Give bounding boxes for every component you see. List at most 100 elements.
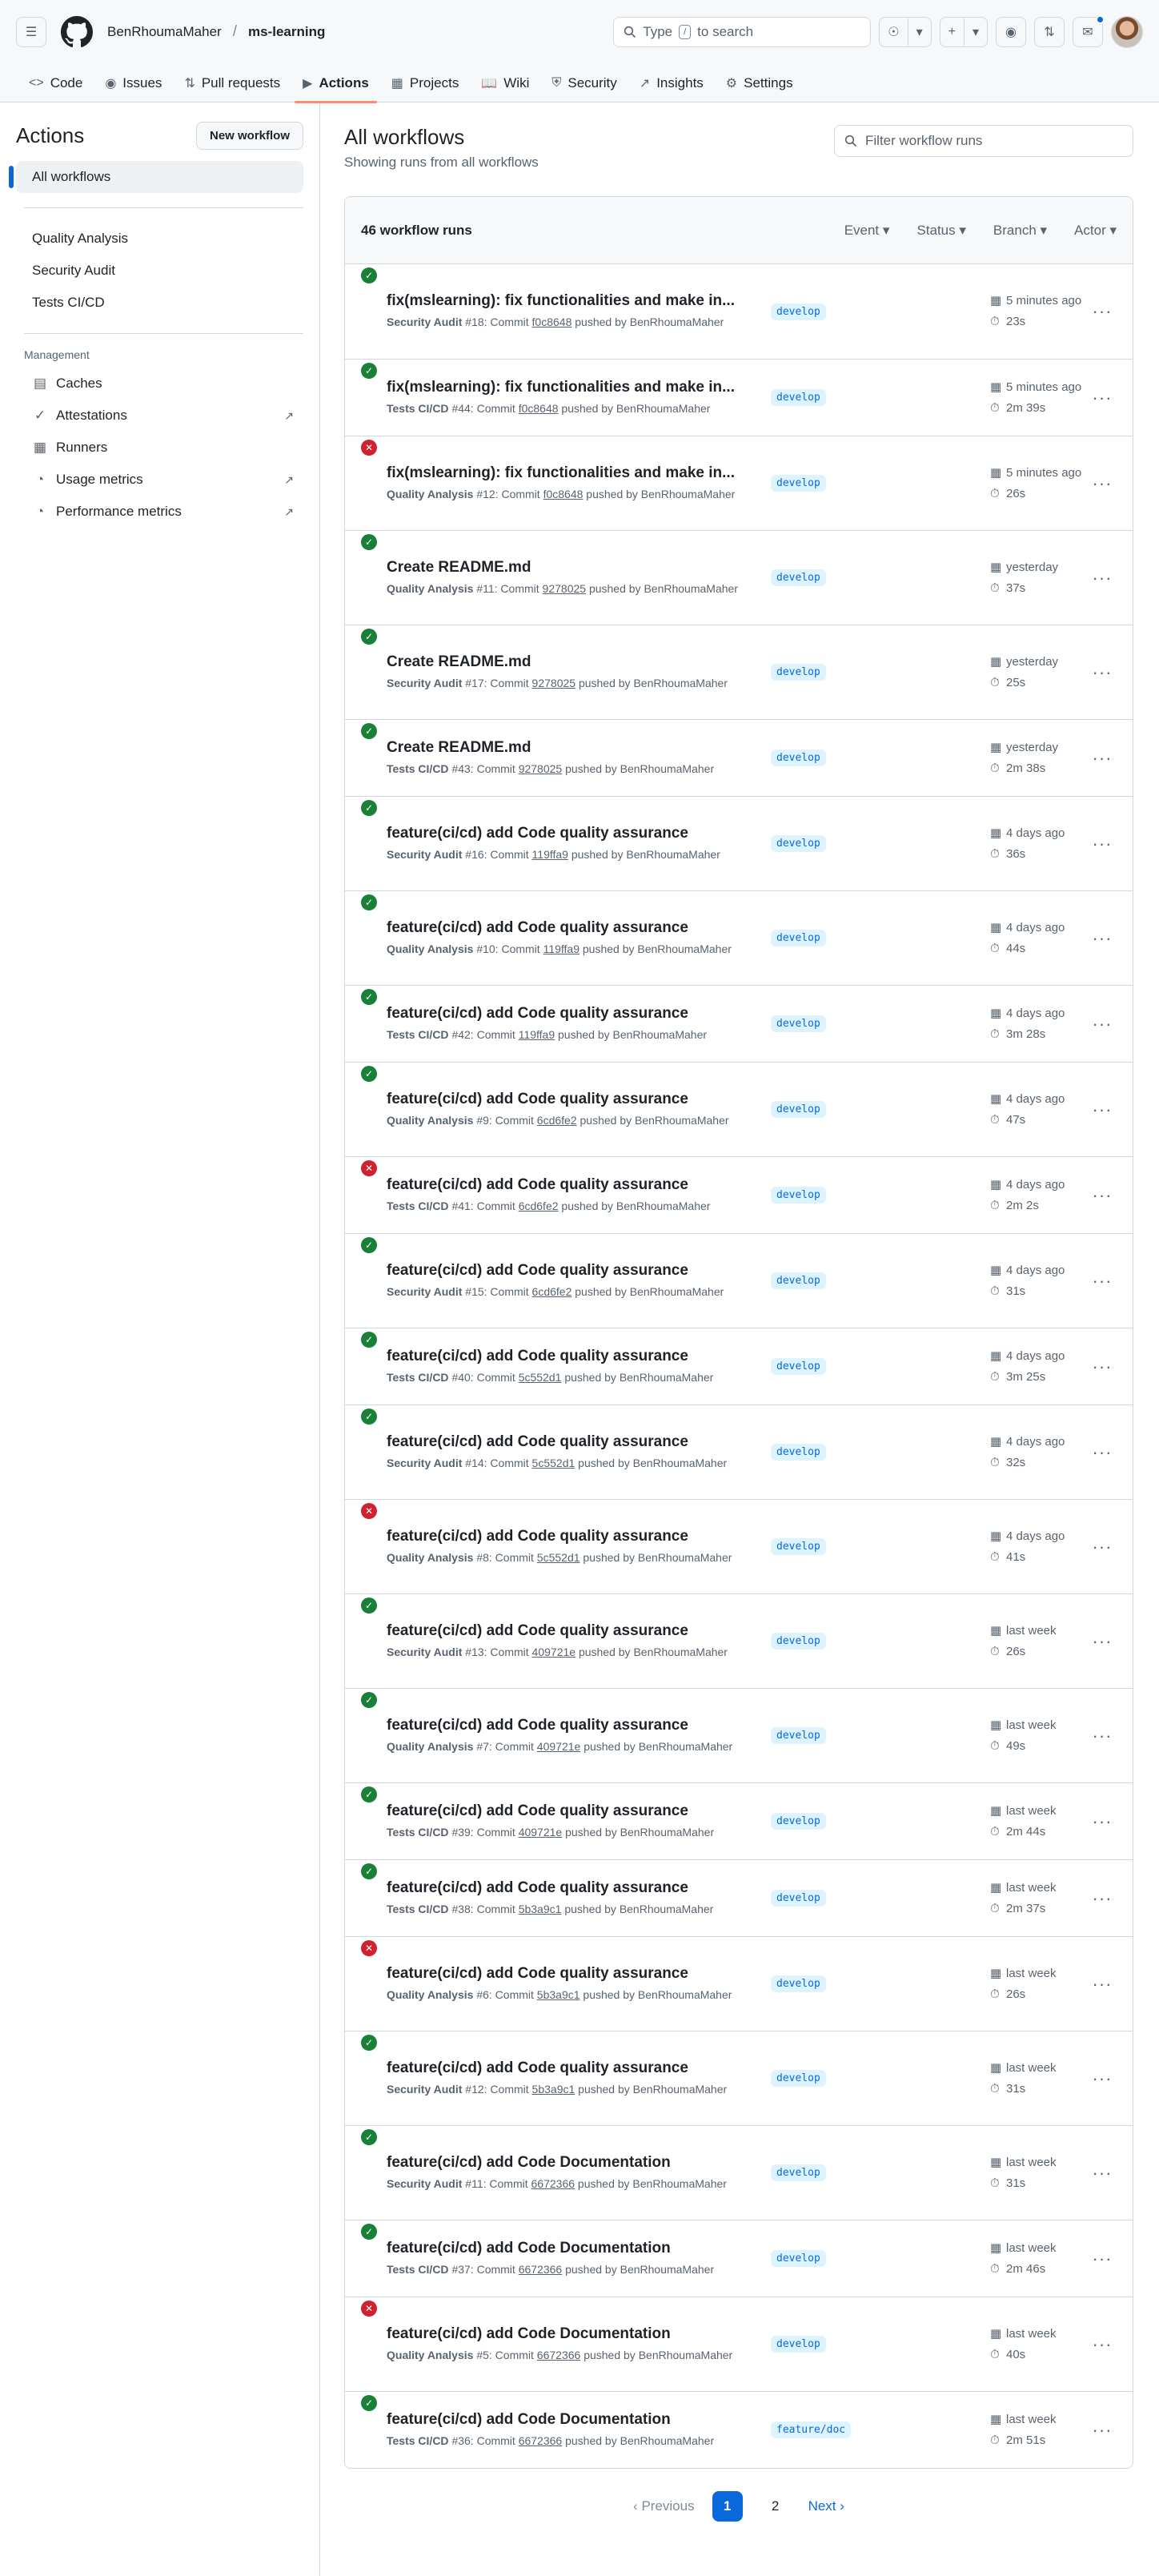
kebab-menu-icon[interactable]: ···: [1088, 388, 1117, 408]
workflow-run-row[interactable]: ✓ Create README.md Tests CI/CD #43: Commit…: [345, 719, 1133, 796]
branch-badge[interactable]: develop: [771, 303, 826, 320]
kebab-menu-icon[interactable]: ···: [1088, 473, 1117, 494]
run-actor[interactable]: BenRhoumaMaher: [632, 2177, 727, 2190]
create-new-button[interactable]: + ▾: [939, 17, 988, 47]
kebab-menu-icon[interactable]: ···: [1088, 2248, 1117, 2269]
workflow-run-row[interactable]: ✓ feature(ci/cd) add Code quality assuran…: [345, 985, 1133, 1062]
global-search[interactable]: Type / to search: [613, 17, 872, 47]
branch-badge[interactable]: develop: [771, 1272, 826, 1289]
run-title-link[interactable]: fix(mslearning): fix functionalities and…: [387, 379, 758, 396]
run-actor[interactable]: BenRhoumaMaher: [616, 1200, 711, 1212]
run-actor[interactable]: BenRhoumaMaher: [638, 1551, 732, 1564]
branch-badge[interactable]: develop: [771, 1187, 826, 1204]
branch-badge[interactable]: develop: [771, 1015, 826, 1032]
repo-owner-link[interactable]: BenRhoumaMaher: [107, 24, 222, 40]
kebab-menu-icon[interactable]: ···: [1088, 2334, 1117, 2355]
workflow-run-row[interactable]: ✕ feature(ci/cd) add Code quality assuran…: [345, 1936, 1133, 2031]
workflow-run-row[interactable]: ✕ feature(ci/cd) add Code Documentation Qu…: [345, 2297, 1133, 2391]
workflow-run-row[interactable]: ✓ feature(ci/cd) add Code quality assuran…: [345, 1593, 1133, 1688]
tab-security[interactable]: ⛨ Security: [543, 75, 624, 102]
kebab-menu-icon[interactable]: ···: [1088, 1185, 1117, 1206]
branch-badge[interactable]: develop: [771, 930, 826, 946]
workflow-run-row[interactable]: ✕ feature(ci/cd) add Code quality assuran…: [345, 1499, 1133, 1593]
branch-badge[interactable]: develop: [771, 1727, 826, 1744]
page-2-button[interactable]: 2: [760, 2491, 791, 2522]
kebab-menu-icon[interactable]: ···: [1088, 568, 1117, 589]
commit-sha-link[interactable]: 6cd6fe2: [537, 1114, 577, 1127]
branch-badge[interactable]: develop: [771, 2250, 826, 2267]
commit-sha-link[interactable]: 9278025: [543, 582, 587, 595]
branch-badge[interactable]: develop: [771, 1358, 826, 1375]
branch-badge[interactable]: develop: [771, 1975, 826, 1992]
workflow-run-row[interactable]: ✓ feature(ci/cd) add Code Documentation Te…: [345, 2391, 1133, 2468]
run-actor[interactable]: BenRhoumaMaher: [620, 2434, 715, 2447]
run-actor[interactable]: BenRhoumaMaher: [616, 402, 711, 415]
tab-pull-requests[interactable]: ⇅ Pull requests: [176, 75, 288, 102]
branch-badge[interactable]: develop: [771, 1890, 826, 1907]
branch-badge[interactable]: develop: [771, 569, 826, 586]
run-title-link[interactable]: feature(ci/cd) add Code quality assuranc…: [387, 1717, 758, 1734]
commit-sha-link[interactable]: 5c552d1: [537, 1551, 580, 1564]
kebab-menu-icon[interactable]: ···: [1088, 1099, 1117, 1120]
commit-sha-link[interactable]: 119ffa9: [519, 1028, 555, 1041]
commit-sha-link[interactable]: 119ffa9: [532, 848, 568, 861]
branch-badge[interactable]: develop: [771, 1633, 826, 1650]
new-workflow-button[interactable]: New workflow: [195, 122, 303, 150]
commit-sha-link[interactable]: f0c8648: [519, 402, 559, 415]
commit-sha-link[interactable]: 9278025: [519, 762, 563, 775]
run-actor[interactable]: BenRhoumaMaher: [641, 488, 736, 500]
kebab-menu-icon[interactable]: ···: [1088, 748, 1117, 769]
kebab-menu-icon[interactable]: ···: [1088, 301, 1117, 322]
sidebar-item-security-audit[interactable]: Security Audit: [16, 255, 303, 287]
workflow-run-row[interactable]: ✓ fix(mslearning): fix functionalities an…: [345, 359, 1133, 436]
commit-sha-link[interactable]: 409721e: [537, 1740, 581, 1753]
workflow-run-row[interactable]: ✓ feature(ci/cd) add Code quality assuran…: [345, 890, 1133, 985]
kebab-menu-icon[interactable]: ···: [1088, 2068, 1117, 2089]
branch-badge[interactable]: develop: [771, 749, 826, 766]
run-title-link[interactable]: feature(ci/cd) add Code Documentation: [387, 2411, 758, 2429]
run-title-link[interactable]: feature(ci/cd) add Code quality assuranc…: [387, 2060, 758, 2077]
branch-badge[interactable]: develop: [771, 1101, 826, 1118]
run-title-link[interactable]: Create README.md: [387, 559, 758, 577]
kebab-menu-icon[interactable]: ···: [1088, 1014, 1117, 1035]
menu-icon[interactable]: ☰: [16, 17, 46, 47]
run-actor[interactable]: BenRhoumaMaher: [637, 942, 732, 955]
inbox-icon[interactable]: ✉: [1073, 15, 1105, 47]
run-title-link[interactable]: feature(ci/cd) add Code Documentation: [387, 2240, 758, 2257]
run-actor[interactable]: BenRhoumaMaher: [630, 315, 724, 328]
branch-badge[interactable]: develop: [771, 1538, 826, 1555]
run-actor[interactable]: BenRhoumaMaher: [635, 1114, 729, 1127]
run-actor[interactable]: BenRhoumaMaher: [620, 1371, 714, 1384]
sidebar-item-quality-analysis[interactable]: Quality Analysis: [16, 223, 303, 255]
run-actor[interactable]: BenRhoumaMaher: [638, 1988, 732, 2001]
sidebar-item-performance-metrics[interactable]: ◔ Performance metrics ↗: [16, 496, 303, 528]
workflow-run-row[interactable]: ✓ feature(ci/cd) add Code quality assuran…: [345, 2031, 1133, 2125]
branch-badge[interactable]: develop: [771, 835, 826, 852]
sidebar-item-attestations[interactable]: ✓ Attestations ↗: [16, 400, 303, 432]
branch-badge[interactable]: develop: [771, 2070, 826, 2087]
commit-sha-link[interactable]: 5c552d1: [532, 1457, 575, 1469]
commit-sha-link[interactable]: 5c552d1: [519, 1371, 562, 1384]
page-1-button[interactable]: 1: [712, 2491, 743, 2522]
run-title-link[interactable]: feature(ci/cd) add Code quality assuranc…: [387, 1433, 758, 1451]
run-title-link[interactable]: feature(ci/cd) add Code quality assuranc…: [387, 1965, 758, 1983]
commit-sha-link[interactable]: 6672366: [519, 2434, 563, 2447]
run-actor[interactable]: BenRhoumaMaher: [626, 848, 720, 861]
issues-icon[interactable]: ◉: [996, 17, 1026, 47]
branch-badge[interactable]: develop: [771, 389, 826, 406]
run-actor[interactable]: BenRhoumaMaher: [639, 2349, 733, 2361]
branch-badge[interactable]: develop: [771, 475, 826, 492]
run-actor[interactable]: BenRhoumaMaher: [633, 1646, 728, 1658]
commit-sha-link[interactable]: 409721e: [519, 1826, 563, 1839]
kebab-menu-icon[interactable]: ···: [1088, 2163, 1117, 2184]
status-filter-dropdown[interactable]: Status: [916, 223, 965, 239]
commit-sha-link[interactable]: 5b3a9c1: [519, 1903, 562, 1915]
branch-badge[interactable]: develop: [771, 1813, 826, 1830]
run-title-link[interactable]: feature(ci/cd) add Code quality assuranc…: [387, 1176, 758, 1194]
workflow-run-row[interactable]: ✓ fix(mslearning): fix functionalities an…: [345, 264, 1133, 359]
workflow-run-row[interactable]: ✓ feature(ci/cd) add Code Documentation Se…: [345, 2125, 1133, 2220]
run-title-link[interactable]: feature(ci/cd) add Code quality assuranc…: [387, 1262, 758, 1280]
workflow-run-row[interactable]: ✓ feature(ci/cd) add Code Documentation Te…: [345, 2220, 1133, 2297]
kebab-menu-icon[interactable]: ···: [1088, 1356, 1117, 1377]
commit-sha-link[interactable]: 119ffa9: [543, 942, 580, 955]
